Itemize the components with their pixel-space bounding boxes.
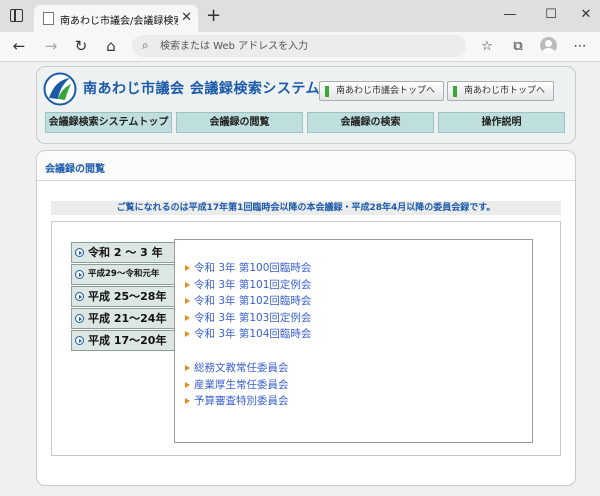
- tab-title: 南あわじ市議会/会議録検索システム: [60, 16, 178, 27]
- nav-tab-browse[interactable]: 会議録の閲覧: [176, 112, 303, 133]
- section-title: 会議録の閲覧: [45, 164, 105, 175]
- triangle-bullet-icon: [185, 298, 190, 304]
- triangle-bullet-icon: [185, 265, 190, 271]
- green-bar-icon: [453, 86, 457, 97]
- nav-tab-search[interactable]: 会議録の検索: [307, 112, 434, 133]
- session-link[interactable]: 令和 3年 第104回臨時会: [185, 326, 311, 343]
- browser-toolbar: ← → ↻ ⌂ ⌕ ☆ ⧉ ⋯: [0, 32, 600, 62]
- arrow-circle-icon: [75, 314, 84, 323]
- availability-notice: ご覧になれるのは平成17年第1回臨時会以降の本会議録・平成28年4月以降の委員会…: [51, 201, 561, 215]
- triangle-bullet-icon: [185, 398, 190, 404]
- triangle-bullet-icon: [185, 381, 190, 388]
- arrow-circle-icon: [75, 270, 84, 279]
- browser-tab[interactable]: 南あわじ市議会/会議録検索システム ✕: [34, 5, 198, 32]
- era-label: 令和 2 ～ 3 年: [88, 246, 163, 259]
- collections-icon[interactable]: ⧉: [509, 38, 527, 56]
- session-link-label: 令和 3年 第102回臨時会: [194, 295, 312, 307]
- nav-tab-top[interactable]: 会議録検索システムトップ: [45, 112, 172, 133]
- site-title: 南あわじ市議会 会議録検索システム: [83, 81, 320, 97]
- triangle-bullet-icon: [185, 281, 190, 288]
- triangle-bullet-icon: [185, 331, 190, 337]
- address-bar[interactable]: ⌕: [132, 35, 466, 57]
- city-top-link-label: 南あわじ市トップへ: [464, 86, 546, 96]
- page-viewport: 南あわじ市議会 会議録検索システム 南あわじ市議会トップへ 南あわじ市トップへ …: [0, 62, 600, 496]
- session-link[interactable]: 令和 3年 第100回臨時会: [185, 260, 311, 277]
- plus-icon[interactable]: +: [206, 5, 221, 26]
- home-icon[interactable]: ⌂: [102, 37, 120, 55]
- era-list: 令和 2 ～ 3 年 平成29～令和元年 平成 25～28年 平成 21～24年…: [71, 242, 175, 352]
- committee-list: 総務文教常任委員会 産業厚生常任委員会 予算審査特別委員会: [185, 360, 289, 410]
- committee-link[interactable]: 総務文教常任委員会: [185, 360, 289, 377]
- triangle-bullet-icon: [185, 314, 190, 321]
- era-button-h25-h28[interactable]: 平成 25～28年: [71, 286, 175, 307]
- back-arrow-icon[interactable]: ←: [10, 37, 28, 55]
- session-list: 令和 3年 第100回臨時会 令和 3年 第101回定例会 令和 3年 第102…: [185, 260, 311, 343]
- address-input[interactable]: [160, 38, 450, 54]
- section-header: 会議録の閲覧: [37, 151, 575, 181]
- refresh-icon[interactable]: ↻: [72, 37, 90, 55]
- committee-link-label: 総務文教常任委員会: [194, 362, 289, 374]
- era-label: 平成 25～28年: [88, 290, 167, 303]
- era-label: 平成 21～24年: [88, 312, 167, 325]
- committee-link[interactable]: 産業厚生常任委員会: [185, 377, 289, 394]
- nav-tab-help[interactable]: 操作説明: [438, 112, 565, 133]
- session-list-box: 令和 3年 第100回臨時会 令和 3年 第101回定例会 令和 3年 第102…: [174, 239, 533, 443]
- page-favicon: [43, 12, 54, 25]
- committee-link-label: 産業厚生常任委員会: [194, 378, 289, 391]
- era-button-h21-h24[interactable]: 平成 21～24年: [71, 308, 175, 329]
- committee-link[interactable]: 予算審査特別委員会: [185, 393, 289, 410]
- logo-icon: [43, 72, 77, 106]
- era-button-h29-r1[interactable]: 平成29～令和元年: [71, 264, 175, 285]
- city-top-link[interactable]: 南あわじ市トップへ: [447, 81, 555, 101]
- arrow-circle-icon: [75, 292, 84, 301]
- council-top-link[interactable]: 南あわじ市議会トップへ: [319, 81, 445, 101]
- forward-arrow-icon[interactable]: →: [42, 37, 60, 55]
- favorites-icon[interactable]: ☆: [478, 38, 496, 56]
- era-button-r2-r3[interactable]: 令和 2 ～ 3 年: [71, 242, 175, 263]
- council-top-link-label: 南あわじ市議会トップへ: [336, 86, 436, 96]
- profile-icon[interactable]: [540, 37, 557, 54]
- close-icon[interactable]: ✕: [181, 10, 192, 25]
- triangle-bullet-icon: [185, 365, 190, 371]
- more-icon[interactable]: ⋯: [571, 38, 589, 56]
- era-label: 平成29～令和元年: [88, 269, 160, 279]
- session-link-label: 令和 3年 第104回臨時会: [194, 328, 312, 340]
- minimize-icon[interactable]: —: [502, 7, 518, 22]
- session-link-label: 令和 3年 第101回定例会: [194, 278, 312, 291]
- committee-link-label: 予算審査特別委員会: [194, 395, 289, 407]
- era-button-h17-h20[interactable]: 平成 17～20年: [71, 330, 175, 351]
- maximize-icon[interactable]: ☐: [543, 7, 559, 22]
- arrow-circle-icon: [75, 336, 84, 345]
- arrow-circle-icon: [75, 248, 84, 257]
- window-icon[interactable]: [10, 9, 23, 22]
- browser-titlebar: 南あわじ市議会/会議録検索システム ✕ + — ☐ ✕: [0, 0, 600, 32]
- session-link-label: 令和 3年 第103回定例会: [194, 311, 312, 324]
- green-bar-icon: [325, 86, 329, 97]
- close-window-icon[interactable]: ✕: [578, 7, 594, 22]
- era-label: 平成 17～20年: [88, 334, 167, 347]
- session-link[interactable]: 令和 3年 第103回定例会: [185, 310, 311, 327]
- site-header: 南あわじ市議会 会議録検索システム 南あわじ市議会トップへ 南あわじ市トップへ …: [36, 66, 576, 144]
- content-panel: 会議録の閲覧 ご覧になれるのは平成17年第1回臨時会以降の本会議録・平成28年4…: [36, 150, 576, 486]
- session-link-label: 令和 3年 第100回臨時会: [194, 262, 312, 274]
- session-link[interactable]: 令和 3年 第102回臨時会: [185, 293, 311, 310]
- search-icon: ⌕: [142, 38, 149, 52]
- session-link[interactable]: 令和 3年 第101回定例会: [185, 277, 311, 294]
